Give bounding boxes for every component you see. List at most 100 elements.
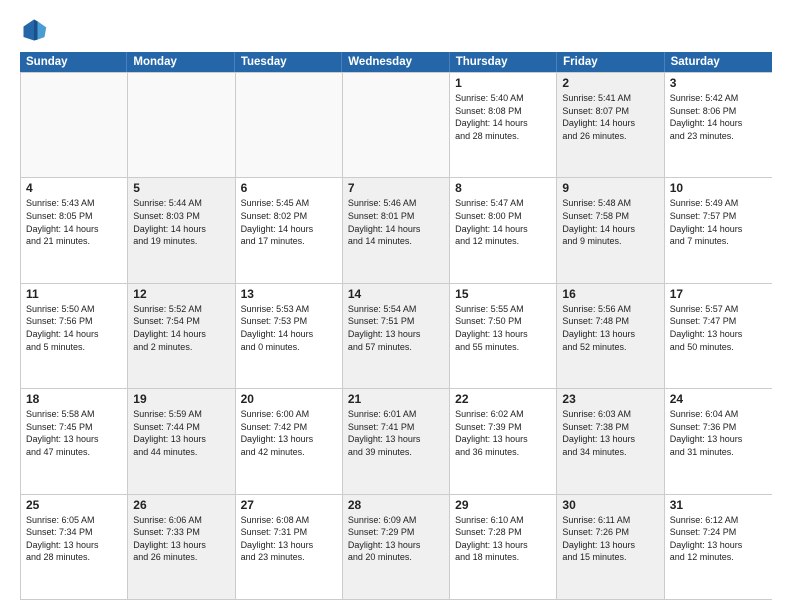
calendar-row: 11 Sunrise: 5:50 AM Sunset: 7:56 PM Dayli… <box>21 283 772 388</box>
calendar-cell: 15 Sunrise: 5:55 AM Sunset: 7:50 PM Dayli… <box>450 284 557 388</box>
calendar-row: 1 Sunrise: 5:40 AM Sunset: 8:08 PM Daylig… <box>21 72 772 177</box>
day-info: Sunrise: 5:53 AM Sunset: 7:53 PM Dayligh… <box>241 303 337 353</box>
calendar-cell: 12Sunrise: 5:52 AM Sunset: 7:54 PM Dayli… <box>128 284 235 388</box>
calendar-cell: 21Sunrise: 6:01 AM Sunset: 7:41 PM Dayli… <box>343 389 450 493</box>
calendar-cell: 7Sunrise: 5:46 AM Sunset: 8:01 PM Daylig… <box>343 178 450 282</box>
page: SundayMondayTuesdayWednesdayThursdayFrid… <box>0 0 792 612</box>
calendar-cell: 18Sunrise: 5:58 AM Sunset: 7:45 PM Dayli… <box>21 389 128 493</box>
calendar-cell <box>343 73 450 177</box>
day-info: Sunrise: 5:40 AM Sunset: 8:08 PM Dayligh… <box>455 92 551 142</box>
day-number: 14 <box>348 287 444 301</box>
calendar-cell: 28 Sunrise: 6:09 AM Sunset: 7:29 PM Dayli… <box>343 495 450 599</box>
calendar-cell: 1 Sunrise: 5:40 AM Sunset: 8:08 PM Daylig… <box>450 73 557 177</box>
logo-icon <box>20 16 48 44</box>
day-number: 13 <box>241 287 337 301</box>
day-number: 8 <box>455 181 551 195</box>
day-info: Sunrise: 5:42 AM Sunset: 8:06 PM Dayligh… <box>670 92 767 142</box>
day-info: Sunrise: 5:50 AM Sunset: 7:56 PM Dayligh… <box>26 303 122 353</box>
day-number: 15 <box>455 287 551 301</box>
day-info: Sunrise: 5:52 AM Sunset: 7:54 PM Dayligh… <box>133 303 229 353</box>
calendar-cell: 31Sunrise: 6:12 AM Sunset: 7:24 PM Dayli… <box>665 495 772 599</box>
calendar-cell: 10 Sunrise: 5:49 AM Sunset: 7:57 PM Dayli… <box>665 178 772 282</box>
day-number: 28 <box>348 498 444 512</box>
day-info: Sunrise: 5:45 AM Sunset: 8:02 PM Dayligh… <box>241 197 337 247</box>
calendar-header-cell: Wednesday <box>342 52 449 72</box>
day-number: 9 <box>562 181 658 195</box>
day-info: Sunrise: 5:43 AM Sunset: 8:05 PM Dayligh… <box>26 197 122 247</box>
calendar-cell: 27 Sunrise: 6:08 AM Sunset: 7:31 PM Dayli… <box>236 495 343 599</box>
day-info: Sunrise: 5:46 AM Sunset: 8:01 PM Dayligh… <box>348 197 444 247</box>
calendar-cell: 17 Sunrise: 5:57 AM Sunset: 7:47 PM Dayli… <box>665 284 772 388</box>
day-info: Sunrise: 6:06 AM Sunset: 7:33 PM Dayligh… <box>133 514 229 564</box>
day-number: 26 <box>133 498 229 512</box>
day-info: Sunrise: 5:44 AM Sunset: 8:03 PM Dayligh… <box>133 197 229 247</box>
day-number: 17 <box>670 287 767 301</box>
calendar-cell: 11 Sunrise: 5:50 AM Sunset: 7:56 PM Dayli… <box>21 284 128 388</box>
calendar-cell: 6 Sunrise: 5:45 AM Sunset: 8:02 PM Daylig… <box>236 178 343 282</box>
calendar-cell: 4 Sunrise: 5:43 AM Sunset: 8:05 PM Daylig… <box>21 178 128 282</box>
day-number: 27 <box>241 498 337 512</box>
day-number: 5 <box>133 181 229 195</box>
day-number: 19 <box>133 392 229 406</box>
day-number: 30 <box>562 498 658 512</box>
calendar-cell: 23Sunrise: 6:03 AM Sunset: 7:38 PM Dayli… <box>557 389 664 493</box>
day-number: 25 <box>26 498 122 512</box>
day-info: Sunrise: 5:54 AM Sunset: 7:51 PM Dayligh… <box>348 303 444 353</box>
calendar-cell: 25Sunrise: 6:05 AM Sunset: 7:34 PM Dayli… <box>21 495 128 599</box>
header <box>20 16 772 44</box>
calendar-cell: 9 Sunrise: 5:48 AM Sunset: 7:58 PM Daylig… <box>557 178 664 282</box>
day-number: 29 <box>455 498 551 512</box>
day-info: Sunrise: 5:56 AM Sunset: 7:48 PM Dayligh… <box>562 303 658 353</box>
calendar-body: 1 Sunrise: 5:40 AM Sunset: 8:08 PM Daylig… <box>20 72 772 600</box>
logo <box>20 16 54 44</box>
calendar-cell <box>236 73 343 177</box>
calendar-header-cell: Saturday <box>665 52 772 72</box>
calendar-row: 25Sunrise: 6:05 AM Sunset: 7:34 PM Dayli… <box>21 494 772 599</box>
calendar-cell: 26 Sunrise: 6:06 AM Sunset: 7:33 PM Dayli… <box>128 495 235 599</box>
calendar-cell: 3Sunrise: 5:42 AM Sunset: 8:06 PM Daylig… <box>665 73 772 177</box>
calendar-cell: 29 Sunrise: 6:10 AM Sunset: 7:28 PM Dayli… <box>450 495 557 599</box>
calendar-cell: 2 Sunrise: 5:41 AM Sunset: 8:07 PM Daylig… <box>557 73 664 177</box>
day-number: 4 <box>26 181 122 195</box>
day-info: Sunrise: 5:48 AM Sunset: 7:58 PM Dayligh… <box>562 197 658 247</box>
day-number: 23 <box>562 392 658 406</box>
day-number: 16 <box>562 287 658 301</box>
day-info: Sunrise: 6:04 AM Sunset: 7:36 PM Dayligh… <box>670 408 767 458</box>
day-number: 20 <box>241 392 337 406</box>
calendar-cell: 5 Sunrise: 5:44 AM Sunset: 8:03 PM Daylig… <box>128 178 235 282</box>
calendar-cell: 14 Sunrise: 5:54 AM Sunset: 7:51 PM Dayli… <box>343 284 450 388</box>
calendar-header: SundayMondayTuesdayWednesdayThursdayFrid… <box>20 52 772 72</box>
day-info: Sunrise: 6:08 AM Sunset: 7:31 PM Dayligh… <box>241 514 337 564</box>
calendar-cell: 20Sunrise: 6:00 AM Sunset: 7:42 PM Dayli… <box>236 389 343 493</box>
calendar-header-cell: Tuesday <box>235 52 342 72</box>
day-number: 22 <box>455 392 551 406</box>
calendar-cell <box>128 73 235 177</box>
day-info: Sunrise: 5:58 AM Sunset: 7:45 PM Dayligh… <box>26 408 122 458</box>
day-info: Sunrise: 6:02 AM Sunset: 7:39 PM Dayligh… <box>455 408 551 458</box>
calendar-cell: 16 Sunrise: 5:56 AM Sunset: 7:48 PM Dayli… <box>557 284 664 388</box>
calendar-header-cell: Sunday <box>20 52 127 72</box>
day-number: 11 <box>26 287 122 301</box>
day-info: Sunrise: 6:11 AM Sunset: 7:26 PM Dayligh… <box>562 514 658 564</box>
day-info: Sunrise: 6:10 AM Sunset: 7:28 PM Dayligh… <box>455 514 551 564</box>
day-info: Sunrise: 5:55 AM Sunset: 7:50 PM Dayligh… <box>455 303 551 353</box>
calendar-header-cell: Monday <box>127 52 234 72</box>
calendar-header-cell: Thursday <box>450 52 557 72</box>
day-number: 10 <box>670 181 767 195</box>
calendar-cell: 24Sunrise: 6:04 AM Sunset: 7:36 PM Dayli… <box>665 389 772 493</box>
calendar-cell: 8 Sunrise: 5:47 AM Sunset: 8:00 PM Daylig… <box>450 178 557 282</box>
day-info: Sunrise: 5:57 AM Sunset: 7:47 PM Dayligh… <box>670 303 767 353</box>
day-number: 1 <box>455 76 551 90</box>
day-info: Sunrise: 6:12 AM Sunset: 7:24 PM Dayligh… <box>670 514 767 564</box>
day-info: Sunrise: 5:41 AM Sunset: 8:07 PM Dayligh… <box>562 92 658 142</box>
day-info: Sunrise: 5:47 AM Sunset: 8:00 PM Dayligh… <box>455 197 551 247</box>
day-number: 6 <box>241 181 337 195</box>
calendar-cell <box>21 73 128 177</box>
calendar-cell: 30 Sunrise: 6:11 AM Sunset: 7:26 PM Dayli… <box>557 495 664 599</box>
calendar: SundayMondayTuesdayWednesdayThursdayFrid… <box>20 52 772 600</box>
day-info: Sunrise: 5:59 AM Sunset: 7:44 PM Dayligh… <box>133 408 229 458</box>
day-info: Sunrise: 5:49 AM Sunset: 7:57 PM Dayligh… <box>670 197 767 247</box>
calendar-row: 18Sunrise: 5:58 AM Sunset: 7:45 PM Dayli… <box>21 388 772 493</box>
day-info: Sunrise: 6:09 AM Sunset: 7:29 PM Dayligh… <box>348 514 444 564</box>
day-number: 2 <box>562 76 658 90</box>
